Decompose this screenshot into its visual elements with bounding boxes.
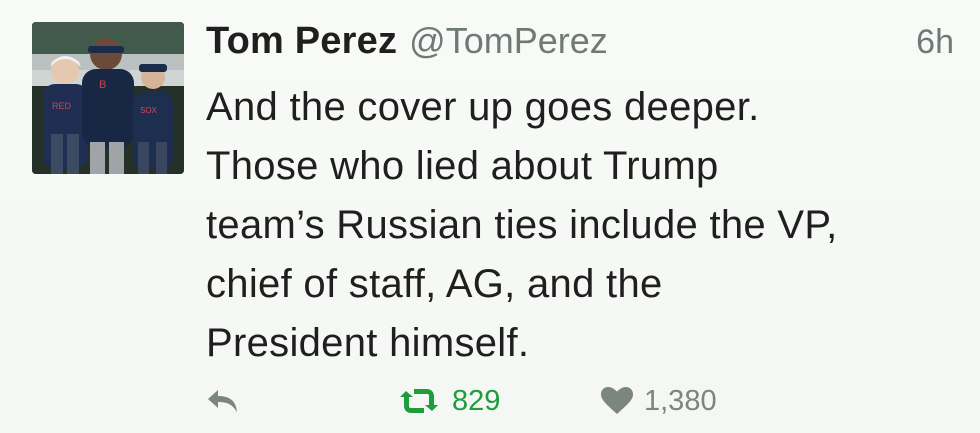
svg-text:B: B bbox=[99, 79, 106, 91]
like-count: 1,380 bbox=[644, 384, 717, 417]
tweet-card: RED B SOX Tom Perez @TomPerez 6h And the… bbox=[0, 0, 980, 433]
tweet-header: Tom Perez @TomPerez 6h bbox=[206, 20, 954, 70]
tweet-text: And the cover up goes deeper. Those who … bbox=[206, 85, 838, 365]
timestamp[interactable]: 6h bbox=[916, 23, 954, 62]
reply-icon bbox=[206, 387, 240, 415]
heart-icon bbox=[600, 386, 634, 416]
reply-button[interactable] bbox=[206, 375, 240, 427]
svg-text:SOX: SOX bbox=[140, 106, 158, 115]
tweet-actions: 829 1,380 bbox=[206, 375, 766, 427]
like-button[interactable]: 1,380 bbox=[600, 375, 717, 427]
retweet-button[interactable]: 829 bbox=[396, 375, 500, 427]
display-name[interactable]: Tom Perez bbox=[206, 20, 397, 63]
avatar[interactable]: RED B SOX bbox=[32, 22, 184, 174]
retweet-icon bbox=[396, 386, 442, 416]
user-handle[interactable]: @TomPerez bbox=[409, 20, 608, 62]
retweet-count: 829 bbox=[452, 384, 501, 417]
svg-text:RED: RED bbox=[52, 101, 72, 111]
